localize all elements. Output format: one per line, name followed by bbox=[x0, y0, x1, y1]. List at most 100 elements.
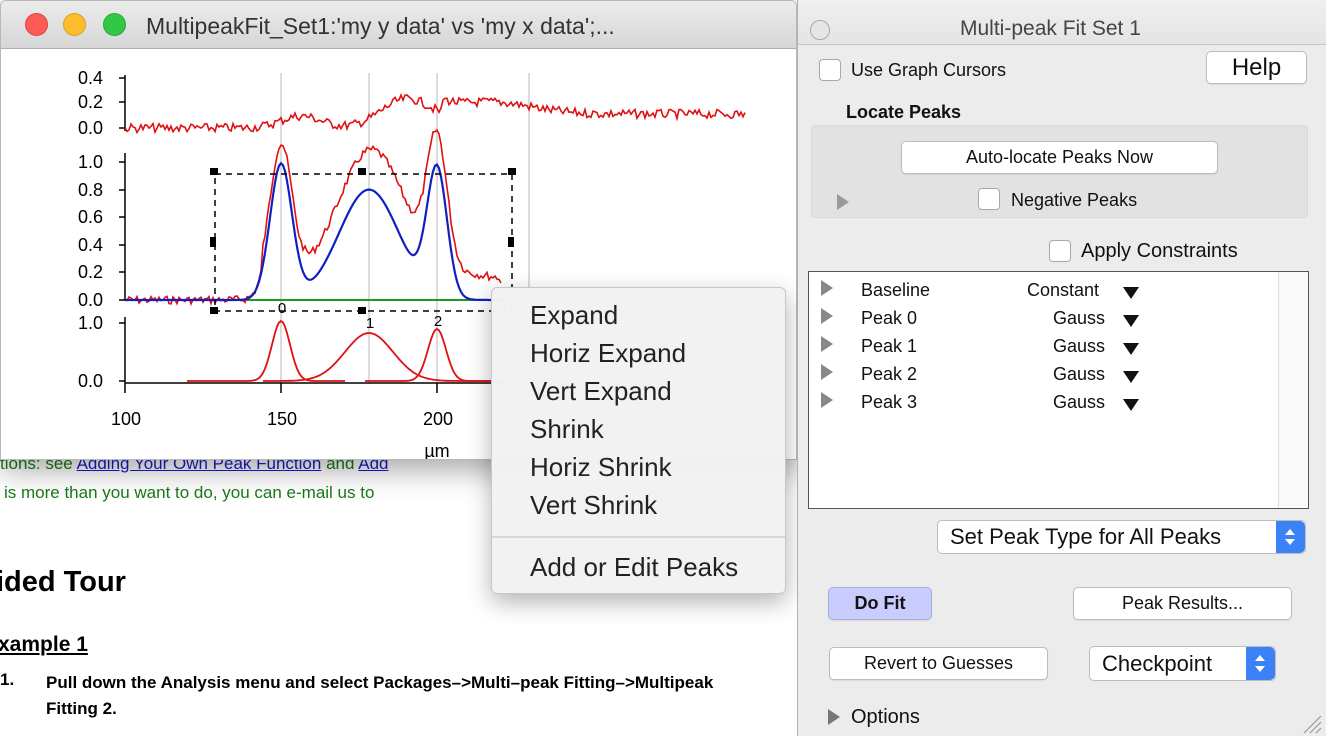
expand-triangle-icon[interactable] bbox=[821, 392, 833, 408]
dropdown-arrow-icon[interactable] bbox=[1123, 343, 1139, 355]
menu-item-expand[interactable]: Expand bbox=[530, 300, 618, 331]
peak-name: Peak 0 bbox=[861, 308, 918, 328]
use-graph-cursors-checkbox[interactable] bbox=[819, 59, 841, 81]
step-text: Pull down the Analysis menu and select P… bbox=[46, 673, 714, 718]
tick-label: 0.0 bbox=[78, 371, 103, 391]
x-axis-label: µm bbox=[424, 441, 449, 460]
expand-triangle-icon[interactable] bbox=[821, 336, 833, 352]
disclosure-triangle-icon[interactable] bbox=[837, 194, 849, 210]
menu-item-add-edit-peaks[interactable]: Add or Edit Peaks bbox=[530, 552, 738, 583]
menu-item-shrink[interactable]: Shrink bbox=[530, 414, 604, 445]
expand-triangle-icon[interactable] bbox=[821, 308, 833, 324]
graph-window-title: MultipeakFit_Set1:'my y data' vs 'my x d… bbox=[146, 13, 615, 39]
tick-label: 100 bbox=[111, 409, 141, 429]
select-arrows-icon bbox=[1246, 647, 1275, 680]
peak-label: 2 bbox=[434, 313, 442, 330]
doc-line-2: is more than you want to do, you can e-m… bbox=[4, 483, 375, 502]
graph-titlebar[interactable]: MultipeakFit_Set1:'my y data' vs 'my x d… bbox=[1, 1, 796, 49]
peak-name: Baseline bbox=[861, 280, 931, 300]
set-peak-type-select[interactable]: Set Peak Type for All Peaks bbox=[937, 520, 1306, 554]
peak-type: Gauss bbox=[1053, 392, 1106, 412]
graph-context-menu: Expand Horiz Expand Vert Expand Shrink H… bbox=[491, 287, 786, 594]
peak-label: 0 bbox=[278, 300, 286, 317]
residual-trace bbox=[124, 92, 746, 135]
locate-peaks-group: Auto-locate Peaks Now Negative Peaks bbox=[811, 125, 1308, 218]
list-item[interactable]: Peak 2 Gauss bbox=[809, 360, 1279, 388]
peak-list[interactable]: Baseline Constant Peak 0 Gauss Peak 1 Ga… bbox=[808, 271, 1309, 509]
peak-type: Gauss bbox=[1053, 336, 1106, 356]
menu-item-horiz-shrink[interactable]: Horiz Shrink bbox=[530, 452, 672, 483]
panel-titlebar[interactable]: Multi-peak Fit Set 1 bbox=[798, 0, 1326, 45]
example-title: xample 1 bbox=[0, 633, 88, 656]
tick-label: 150 bbox=[267, 409, 297, 429]
tick-label: 0.0 bbox=[78, 118, 103, 138]
options-label[interactable]: Options bbox=[851, 706, 920, 729]
peak-index-labels: 0 1 2 bbox=[278, 300, 442, 332]
close-icon[interactable] bbox=[25, 13, 48, 36]
auto-locate-peaks-button[interactable]: Auto-locate Peaks Now bbox=[901, 141, 1218, 174]
tick-label: 1.0 bbox=[78, 152, 103, 172]
apply-constraints-checkbox[interactable] bbox=[1049, 240, 1071, 262]
tick-label: 0.2 bbox=[78, 92, 103, 112]
tick-label: 1.0 bbox=[78, 313, 103, 333]
list-item[interactable]: Peak 3 Gauss bbox=[809, 388, 1279, 416]
dropdown-arrow-icon[interactable] bbox=[1123, 371, 1139, 383]
set-peak-type-value: Set Peak Type for All Peaks bbox=[950, 524, 1222, 549]
do-fit-button[interactable]: Do Fit bbox=[828, 587, 932, 620]
list-item[interactable]: Baseline Constant bbox=[809, 276, 1279, 304]
dropdown-arrow-icon[interactable] bbox=[1123, 287, 1139, 299]
tick-label: 0.6 bbox=[78, 207, 103, 227]
dropdown-arrow-icon[interactable] bbox=[1123, 315, 1139, 327]
minimize-icon[interactable] bbox=[63, 13, 86, 36]
menu-item-horiz-expand[interactable]: Horiz Expand bbox=[530, 338, 686, 369]
peak-0-trace bbox=[187, 319, 345, 382]
expand-triangle-icon[interactable] bbox=[821, 280, 833, 296]
peak-results-button[interactable]: Peak Results... bbox=[1073, 587, 1292, 620]
menu-item-vert-shrink[interactable]: Vert Shrink bbox=[530, 490, 657, 521]
panel-close-icon[interactable] bbox=[810, 20, 830, 40]
tick-label: 0.4 bbox=[78, 68, 103, 88]
panel-title: Multi-peak Fit Set 1 bbox=[960, 17, 1141, 40]
peak-1-trace bbox=[263, 332, 493, 382]
peak-type: Gauss bbox=[1053, 364, 1106, 384]
dropdown-arrow-icon[interactable] bbox=[1123, 399, 1139, 411]
multipeak-panel: Multi-peak Fit Set 1 Use Graph Cursors H… bbox=[797, 0, 1326, 736]
tick-label: 0.8 bbox=[78, 180, 103, 200]
peak-list-scrollbar[interactable] bbox=[1278, 272, 1308, 508]
tick-label: 0.2 bbox=[78, 262, 103, 282]
checkpoint-value: Checkpoint bbox=[1102, 651, 1213, 676]
negative-peaks-checkbox[interactable] bbox=[978, 188, 1000, 210]
peak-name: Peak 3 bbox=[861, 392, 918, 412]
locate-peaks-heading: Locate Peaks bbox=[846, 102, 962, 122]
help-button[interactable]: Help bbox=[1206, 51, 1307, 84]
resize-grip-icon[interactable] bbox=[1300, 712, 1322, 734]
list-item[interactable]: Peak 0 Gauss bbox=[809, 304, 1279, 332]
x-tick-labels: 100 150 200 µm bbox=[111, 409, 453, 460]
marquee-selection bbox=[214, 173, 513, 312]
expand-triangle-icon[interactable] bbox=[821, 364, 833, 380]
peak-label: 1 bbox=[366, 315, 374, 332]
step-number: 1. bbox=[0, 670, 15, 689]
axes bbox=[119, 75, 501, 393]
y-tick-labels: 0.4 0.2 0.0 1.0 0.8 0.6 0.4 0.2 0.0 1.0 … bbox=[78, 68, 103, 391]
tick-label: 0.0 bbox=[78, 290, 103, 310]
tick-label: 0.4 bbox=[78, 235, 103, 255]
zoom-icon[interactable] bbox=[103, 13, 126, 36]
options-disclosure-icon[interactable] bbox=[828, 709, 840, 725]
apply-constraints-label: Apply Constraints bbox=[1081, 240, 1238, 262]
peak-name: Peak 2 bbox=[861, 364, 918, 384]
checkpoint-select[interactable]: Checkpoint bbox=[1089, 646, 1276, 681]
peak-type: Gauss bbox=[1053, 308, 1106, 328]
negative-peaks-label: Negative Peaks bbox=[1011, 190, 1138, 210]
menu-item-vert-expand[interactable]: Vert Expand bbox=[530, 376, 672, 407]
section-title: ided Tour bbox=[0, 566, 126, 598]
peak-2-trace bbox=[365, 327, 497, 382]
peak-name: Peak 1 bbox=[861, 336, 918, 356]
select-arrows-icon bbox=[1276, 521, 1305, 553]
menu-separator bbox=[492, 536, 785, 538]
tick-label: 200 bbox=[423, 409, 453, 429]
use-graph-cursors-label: Use Graph Cursors bbox=[851, 60, 1007, 80]
list-item[interactable]: Peak 1 Gauss bbox=[809, 332, 1279, 360]
peak-type: Constant bbox=[1027, 280, 1100, 300]
revert-to-guesses-button[interactable]: Revert to Guesses bbox=[829, 647, 1048, 680]
